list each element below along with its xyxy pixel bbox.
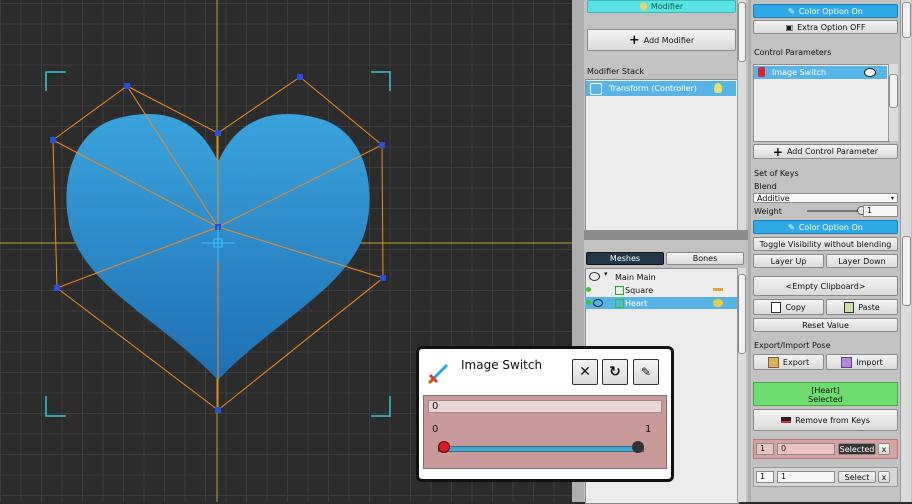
chevron-down-icon: ▾	[890, 195, 894, 202]
weight-input[interactable]: 1	[863, 205, 898, 217]
add-modifier-button[interactable]: + Add Modifier	[587, 29, 736, 51]
weight-slider-track[interactable]	[807, 210, 861, 212]
control-params-label: Control Parameters	[754, 48, 832, 57]
paste-icon	[844, 301, 855, 313]
color-option-on-button-2[interactable]: ✎ Color Option On	[753, 220, 898, 234]
expand-arrow-icon: ▾	[604, 270, 608, 278]
copy-button[interactable]: Copy	[753, 299, 824, 315]
reset-icon: ↻	[609, 364, 621, 380]
stack-scroll-thumb[interactable]	[738, 2, 746, 62]
bulb-icon	[714, 83, 722, 93]
import-icon	[841, 356, 853, 368]
plus-icon: +	[628, 32, 640, 48]
slider-min-label: 0	[432, 424, 439, 435]
key1-delete-button[interactable]: x	[878, 443, 890, 455]
selected-status: [Heart] Selected	[753, 382, 898, 406]
close-button[interactable]: ✕	[572, 359, 598, 385]
transform-icon	[590, 83, 602, 95]
modifier-stack-list	[585, 79, 739, 231]
remove-key-icon	[781, 417, 792, 423]
param-item-image-switch[interactable]: Image Switch	[754, 66, 887, 79]
params-scroll-thumb[interactable]	[889, 74, 898, 108]
params-scrollbar[interactable]	[888, 64, 898, 141]
add-control-param-button[interactable]: + Add Control Parameter	[753, 144, 898, 159]
blend-label: Blend	[754, 182, 777, 191]
eye-icon	[864, 68, 876, 77]
right-scroll-thumb[interactable]	[902, 236, 911, 306]
sword-icon	[427, 361, 451, 385]
weight-label: Weight	[754, 207, 782, 216]
layer-up-button[interactable]: Layer Up	[753, 254, 824, 268]
right-panel-scrollbar[interactable]	[900, 0, 911, 502]
mesh-icon	[615, 299, 624, 308]
stack-item-transform[interactable]: Transform (Controller)	[586, 81, 736, 96]
paste-button[interactable]: Paste	[826, 299, 898, 315]
set-of-keys-label: Set of Keys	[754, 169, 799, 178]
popup-value-field[interactable]: 0	[428, 400, 662, 413]
popup-slider-track[interactable]	[438, 446, 644, 452]
export-button[interactable]: Export	[753, 354, 824, 370]
clipboard-display: <Empty Clipboard>	[753, 276, 898, 296]
popup-value-area: 0 0 1	[423, 395, 667, 469]
mesh-icon	[615, 286, 624, 295]
extra-icon: ▣	[785, 22, 794, 32]
eye-icon	[589, 272, 600, 281]
blend-select[interactable]: Additive ▾	[753, 193, 898, 203]
popup-title: Image Switch	[461, 358, 543, 372]
export-icon	[767, 356, 779, 368]
modifier-tab[interactable]: Modifier	[587, 0, 736, 13]
visible-toggle-icon	[586, 300, 591, 305]
copy-icon	[771, 301, 782, 313]
image-switch-popup: Image Switch ✕ ↻ ✎ 0 0 1	[416, 346, 674, 482]
visible-toggle-icon	[586, 287, 591, 292]
switch-icon	[758, 67, 765, 77]
tree-item-main[interactable]: ▾ Main Main	[589, 270, 729, 283]
color-option-on-button[interactable]: ✎ Color Option On	[753, 4, 898, 18]
pencil-icon: ✎	[640, 365, 652, 379]
key1-index[interactable]: 1	[756, 443, 774, 455]
key1-value[interactable]: 0	[777, 443, 835, 455]
toggle-visibility-button[interactable]: Toggle Visibility without blending	[753, 237, 898, 251]
key-icon	[713, 299, 723, 307]
popup-slider-knob[interactable]	[438, 441, 450, 453]
reset-value-button[interactable]: Reset Value	[753, 318, 898, 332]
stack-scrollbar[interactable]	[737, 0, 746, 230]
key2-index[interactable]: 1	[756, 471, 774, 483]
hierarchy-scrollbar[interactable]	[737, 268, 746, 502]
modifier-stack-label: Modifier Stack	[587, 67, 645, 76]
palette-icon: ✎	[788, 6, 795, 16]
key-icon	[713, 288, 723, 291]
eye-icon	[593, 299, 603, 307]
splitter-middle[interactable]	[584, 230, 748, 240]
tab-bones[interactable]: Bones	[666, 252, 744, 265]
popup-slider-end	[632, 441, 644, 453]
close-icon: ✕	[579, 364, 591, 380]
right-scroll-thumb-top[interactable]	[902, 2, 911, 38]
key1-selected-button[interactable]: Selected	[838, 443, 876, 455]
key2-delete-button[interactable]: x	[878, 471, 890, 483]
tree-item-heart[interactable]: Heart	[585, 297, 737, 309]
import-button[interactable]: Import	[826, 354, 898, 370]
tree-item-square[interactable]: Square	[585, 284, 735, 296]
hierarchy-scroll-thumb[interactable]	[738, 274, 746, 354]
slider-max-label: 1	[645, 424, 652, 435]
tab-meshes[interactable]: Meshes	[586, 252, 664, 265]
bulb-icon	[639, 2, 647, 11]
plus-icon: +	[772, 144, 783, 159]
remove-from-keys-button[interactable]: Remove from Keys	[753, 409, 898, 431]
export-import-label: Export/Import Pose	[754, 341, 831, 350]
key2-value[interactable]: 1	[777, 471, 835, 483]
layer-down-button[interactable]: Layer Down	[826, 254, 898, 268]
palette-icon: ✎	[788, 222, 795, 232]
reset-button[interactable]: ↻	[602, 359, 628, 385]
edit-button[interactable]: ✎	[633, 359, 659, 385]
key2-select-button[interactable]: Select	[838, 471, 876, 483]
extra-option-button[interactable]: ▣ Extra Option OFF	[753, 20, 898, 34]
